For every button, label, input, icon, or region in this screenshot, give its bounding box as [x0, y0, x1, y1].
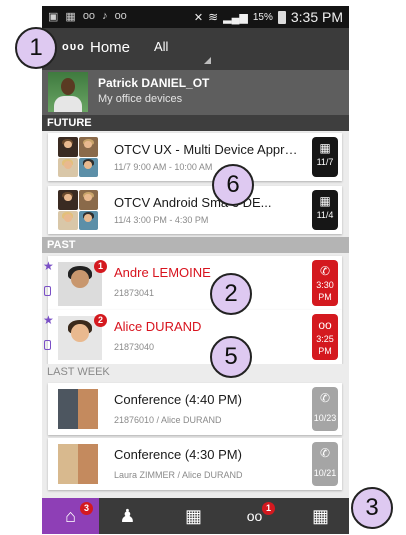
tab-voicemail[interactable]: ᴏᴏ 1: [226, 498, 283, 534]
phone-screen: ▣ ▦ ᴏᴏ ♪ ᴏᴏ ✕ ≋ ▂▄▆ 15% 3:35 PM ᴏᴜᴏ Home…: [42, 6, 349, 534]
callout-marker: 6: [212, 164, 254, 206]
callout-marker: 3: [351, 487, 393, 529]
profile-subtitle: My office devices: [98, 93, 183, 105]
list-item-missed-call[interactable]: ★ 1 Andre LEMOINE 21873041 ✆ 3:30 PM: [43, 256, 342, 310]
unread-badge: 1: [94, 260, 107, 273]
page-title: Home: [90, 39, 131, 56]
voicemail-tag[interactable]: ᴏᴏ 3:25 PM: [312, 314, 338, 360]
mobile-phone-icon: [44, 286, 51, 296]
app-icon: ♪: [102, 10, 108, 22]
meeting-title: OTCV Android Sma e DE...: [114, 195, 272, 210]
favorite-star-icon[interactable]: ★: [43, 313, 54, 327]
conference-thumbnail: [58, 444, 98, 484]
home-badge: 3: [80, 502, 93, 515]
mobile-phone-icon: [44, 340, 51, 350]
clock: 3:35 PM: [290, 9, 343, 25]
battery-icon: [277, 10, 286, 24]
wifi-icon: ≋: [208, 10, 219, 24]
tab-dialpad[interactable]: ▦: [165, 498, 222, 534]
favorite-star-icon[interactable]: ★: [43, 259, 54, 273]
contact-name: Alice DURAND: [114, 319, 202, 334]
section-header-future: FUTURE: [42, 115, 349, 131]
call-tag[interactable]: ✆ 10/23: [312, 387, 338, 431]
tab-calendar[interactable]: ▦: [292, 498, 349, 534]
contact-name: Andre LEMOINE: [114, 265, 211, 280]
voicemail-badge: 1: [262, 502, 275, 515]
conference-thumbnail: [58, 389, 98, 429]
list-item-conference[interactable]: Conference (4:40 PM) 21876010 / Alice DU…: [48, 383, 342, 435]
signal-icon: ▂▄▆: [223, 11, 248, 24]
image-icon: ▣: [48, 11, 59, 23]
calendar-icon: ▦: [311, 505, 329, 526]
contact-number: 21873040: [114, 342, 155, 352]
conference-participants: 21876010 / Alice DURAND: [114, 415, 222, 425]
meeting-time: 11/4 3:00 PM - 4:30 PM: [114, 215, 209, 225]
participants-thumbnail: [58, 190, 98, 230]
app-bar: ᴏᴜᴏ Home All: [42, 28, 349, 70]
list-item-meeting[interactable]: OTCV Android Sma e DE... 11/4 3:00 PM - …: [48, 186, 342, 234]
voicemail-icon: ᴏᴏ: [318, 318, 332, 332]
status-right: ✕ ≋ ▂▄▆ 15% 3:35 PM: [194, 9, 343, 25]
missed-call-tag[interactable]: ✆ 3:30 PM: [312, 260, 338, 306]
conference-title: Conference (4:30 PM): [114, 447, 242, 462]
voicemail-icon: ᴏᴏ: [82, 10, 96, 22]
profile-header[interactable]: Patrick DANIEL_OT My office devices: [42, 70, 349, 115]
callout-marker: 1: [15, 27, 57, 69]
mute-icon: ✕: [193, 11, 204, 24]
dropdown-caret-icon[interactable]: [204, 57, 211, 64]
calendar-tag[interactable]: ▦ 11/7: [312, 137, 338, 177]
section-header-past: PAST: [42, 237, 349, 253]
missed-call-icon: ✆: [319, 264, 331, 278]
conference-title: Conference (4:40 PM): [114, 392, 242, 407]
meeting-title: OTCV UX - Multi Device Approa...: [114, 142, 304, 157]
contact-number: 21873041: [114, 288, 155, 298]
phone-icon: ✆: [319, 391, 331, 405]
calendar-icon: ▦: [319, 141, 331, 155]
calendar-icon: ▦: [319, 194, 331, 208]
tab-contacts[interactable]: ♟: [99, 498, 156, 534]
avatar: [48, 72, 88, 112]
unread-badge: 2: [94, 314, 107, 327]
filter-dropdown[interactable]: All: [154, 39, 168, 54]
voicemail-icon: ᴏᴏ: [246, 508, 263, 524]
status-left-icons: ▣ ▦ ᴏᴏ ♪ ᴏᴏ: [48, 10, 127, 23]
profile-name: Patrick DANIEL_OT: [98, 76, 210, 90]
callout-marker: 2: [210, 273, 252, 315]
tab-home[interactable]: ⌂ 3: [42, 498, 99, 534]
gallery-icon: ▦: [65, 11, 76, 23]
person-icon: ♟: [119, 505, 136, 526]
list-item-meeting[interactable]: OTCV UX - Multi Device Approa... 11/7 9:…: [48, 133, 342, 181]
call-tag[interactable]: ✆ 10/21: [312, 442, 338, 486]
battery-percent: 15%: [252, 11, 273, 23]
alcatel-icon: ᴏᴏ: [114, 10, 127, 22]
callout-marker: 5: [210, 336, 252, 378]
meeting-time: 11/7 9:00 AM - 10:00 AM: [114, 162, 213, 172]
conference-participants: Laura ZIMMER / Alice DURAND: [114, 470, 243, 480]
list-item-voicemail[interactable]: ★ 2 Alice DURAND 21873040 ᴏᴏ 3:25 PM: [43, 310, 342, 364]
calendar-tag[interactable]: ▦ 11/4: [312, 190, 338, 230]
status-bar: ▣ ▦ ᴏᴏ ♪ ᴏᴏ ✕ ≋ ▂▄▆ 15% 3:35 PM: [42, 6, 349, 28]
bottom-tab-bar: ⌂ 3 ♟ ▦ ᴏᴏ 1 ▦: [42, 498, 349, 534]
app-logo-icon[interactable]: ᴏᴜᴏ: [62, 41, 85, 53]
participants-thumbnail: [58, 137, 98, 177]
dialpad-icon: ▦: [184, 505, 202, 526]
phone-icon: ✆: [319, 446, 331, 460]
section-header-last-week: LAST WEEK: [42, 364, 349, 380]
list-item-conference[interactable]: Conference (4:30 PM) Laura ZIMMER / Alic…: [48, 438, 342, 490]
home-icon: ⌂: [65, 505, 76, 526]
